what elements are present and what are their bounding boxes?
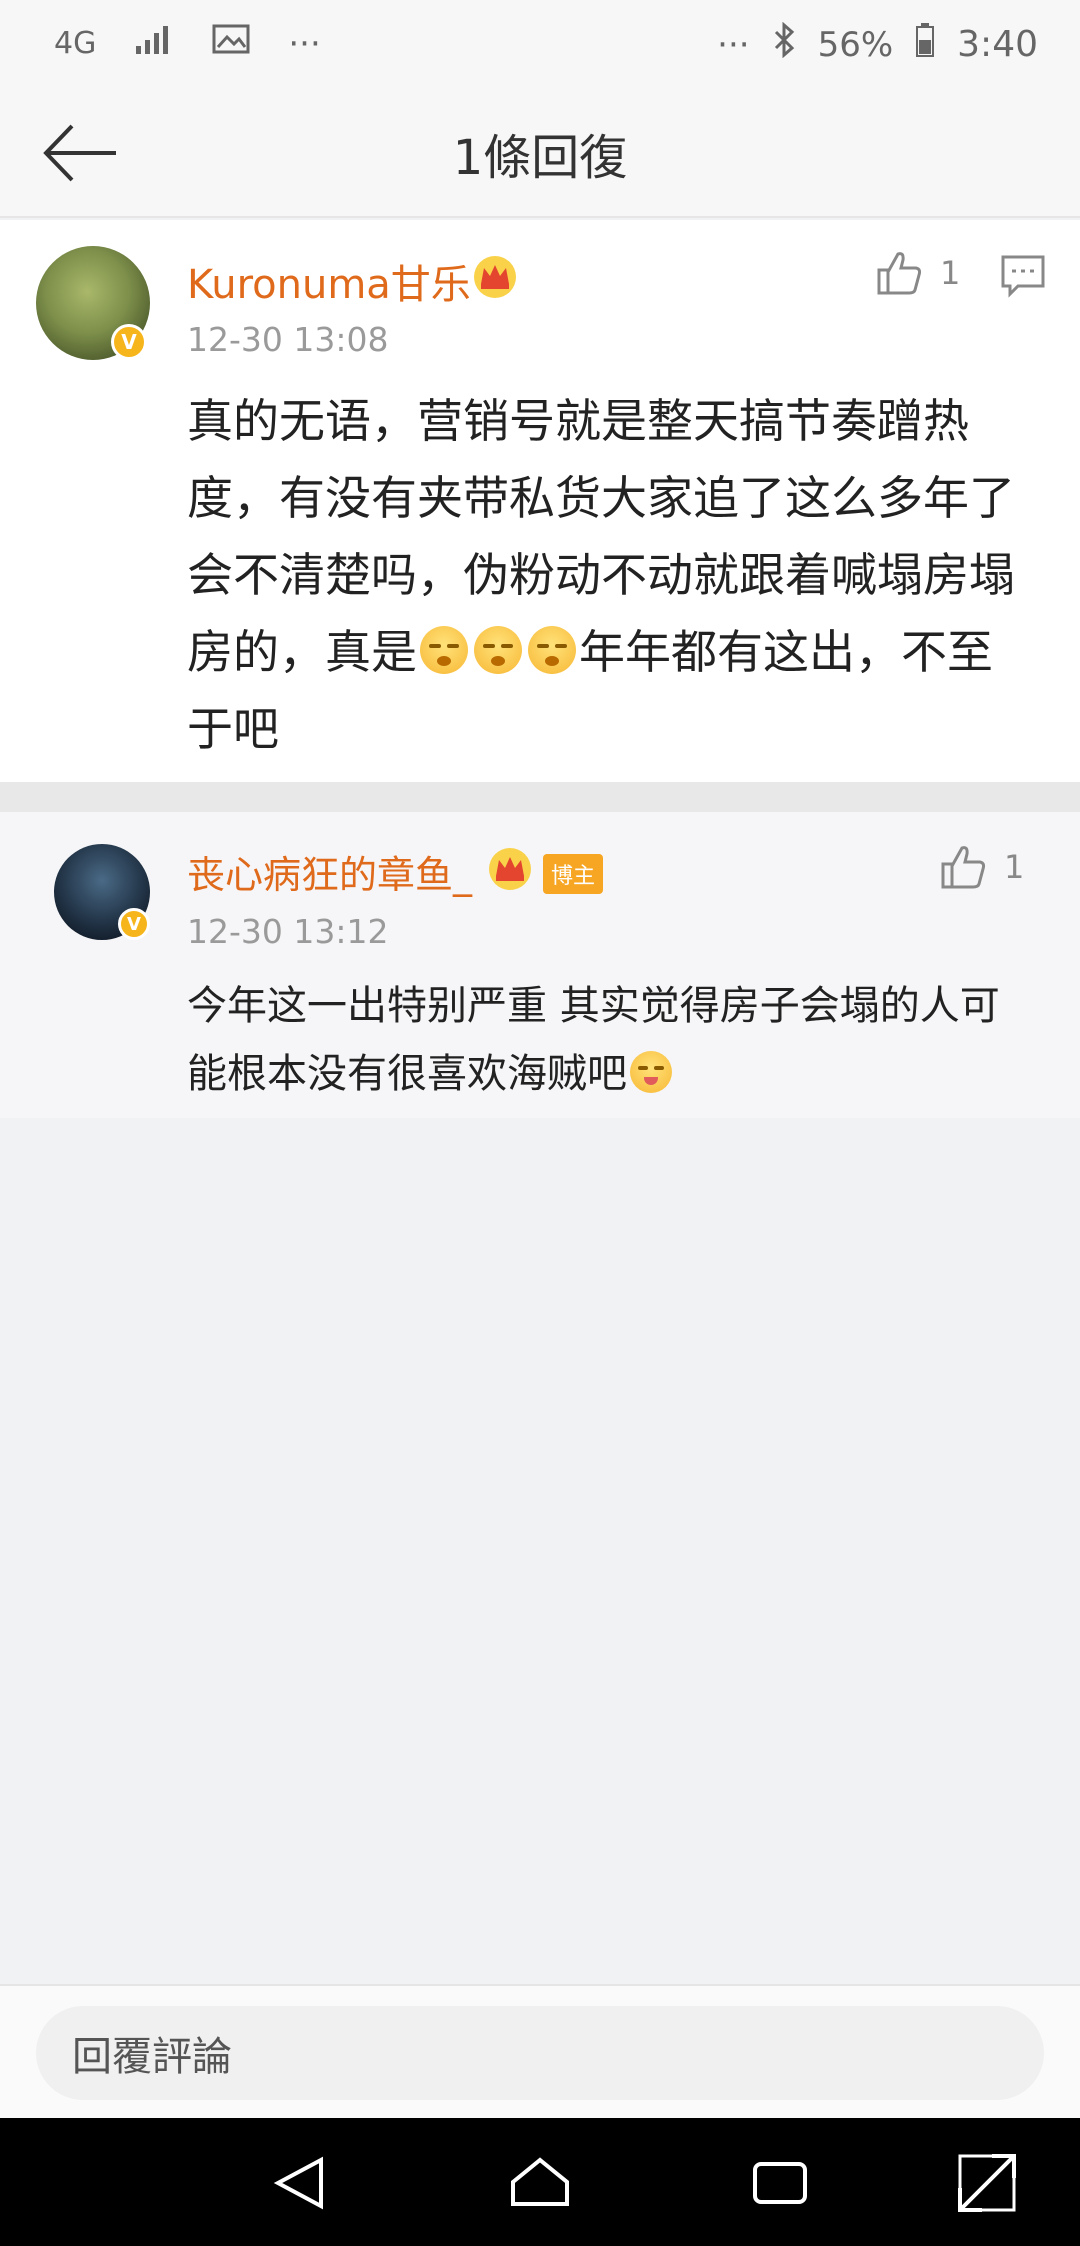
status-left: 4G ··· — [54, 22, 321, 65]
reply-text: 今年这一出特别严重 其实觉得房子会塌的人可能根本没有很喜欢海贼吧 — [187, 972, 1017, 1108]
avatar[interactable]: V — [36, 246, 150, 360]
blogger-badge: 博主 — [543, 854, 604, 894]
reply-timestamp: 12-30 13:12 — [187, 912, 389, 951]
verified-badge-icon: V — [118, 908, 150, 940]
reply-text-body: 今年这一出特别严重 其实觉得房子会塌的人可能根本没有很喜欢海贼吧 — [187, 983, 1000, 1097]
comment-text: 真的无语，营销号就是整天搞节奏蹭热度，有没有夹带私货大家追了这么多年了会不清楚吗… — [187, 383, 1017, 768]
battery-icon — [915, 22, 935, 67]
username[interactable]: Kuronuma甘乐 — [187, 252, 471, 310]
emoji-icon — [474, 626, 522, 674]
more-status-icon-right: ··· — [717, 24, 750, 65]
reply-input-bar: 回覆評論 — [0, 1984, 1080, 2118]
status-bar: 4G ··· ··· 56% 3:40 — [0, 0, 1080, 90]
timestamp: 12-30 13:08 — [187, 320, 389, 359]
reply-comment: V 丧心病狂的章鱼_ 博主 12-30 13:12 1 今年这一出特别严重 其实… — [0, 812, 1080, 1118]
network-indicator: 4G — [54, 26, 97, 61]
like-button[interactable]: 1 — [874, 248, 960, 298]
reply-button[interactable] — [1000, 254, 1046, 302]
section-divider — [0, 782, 1080, 812]
nav-back-button[interactable] — [266, 2148, 336, 2218]
like-count: 1 — [1004, 848, 1025, 886]
signal-icon — [134, 22, 174, 65]
like-count: 1 — [940, 254, 961, 292]
recents-icon — [753, 2162, 807, 2204]
status-right: ··· 56% 3:40 — [717, 21, 1038, 67]
nav-home-button[interactable] — [505, 2148, 575, 2218]
thumbs-up-icon — [877, 252, 922, 295]
crown-icon — [472, 254, 518, 304]
system-nav-bar — [0, 2118, 1080, 2246]
reply-username[interactable]: 丧心病狂的章鱼_ — [187, 844, 472, 899]
crown-icon — [487, 846, 533, 896]
reply-input[interactable]: 回覆評論 — [36, 2006, 1044, 2100]
battery-percent: 56% — [817, 24, 894, 65]
nav-expand-button[interactable] — [952, 2148, 1022, 2218]
emoji-icon — [630, 1051, 672, 1093]
verified-badge-icon: V — [111, 324, 147, 360]
emoji-icon — [420, 626, 468, 674]
nav-recents-button[interactable] — [745, 2148, 815, 2218]
thumbs-up-icon — [941, 846, 986, 889]
page-title: 1條回復 — [452, 130, 628, 186]
back-triangle-icon — [273, 2156, 323, 2210]
home-icon — [511, 2157, 569, 2206]
header: 1條回復 — [0, 90, 1080, 218]
image-icon — [212, 23, 250, 64]
main-comment: V Kuronuma甘乐 12-30 13:08 1 真的无语，营销号就是整天搞… — [0, 220, 1080, 782]
emoji-icon — [528, 626, 576, 674]
expand-icon — [958, 2154, 1016, 2212]
bluetooth-icon — [772, 21, 796, 67]
clock: 3:40 — [957, 24, 1038, 65]
more-status-icon: ··· — [288, 23, 321, 64]
comment-icon — [1001, 255, 1045, 298]
reply-like-button[interactable]: 1 — [938, 842, 1024, 892]
reply-avatar[interactable]: V — [54, 844, 150, 940]
